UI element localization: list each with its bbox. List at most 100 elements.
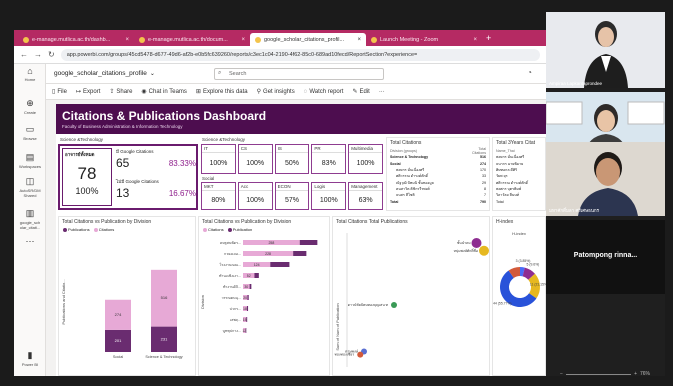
participant-video-3[interactable]: มหาศักดิ์มลา ศรีเศษธนกร [546,142,665,216]
total-citations-table[interactable]: Total Citations Division (groups) Total … [386,137,490,211]
close-icon[interactable]: × [125,37,129,43]
bell-icon[interactable]: ◔ [527,68,532,77]
participant-name-4: Patompong rinna... [573,252,638,259]
chart3-title: Total Citations Total Publications [336,219,408,225]
toolbar-more-button[interactable]: ··· [379,89,385,95]
chart2-title: Total Citations vs Publication by Divisi… [202,219,292,225]
browser-tab[interactable]: e-manage.mutlica.ac.th/docum... × [134,33,250,46]
report-toolbar: ▯ File ↦ Export ⇪ Share ◉ Chat in Teams ⊞ Explore… [46,84,546,100]
total-citations-body: Division (groups) Total Citations Scienc… [390,147,486,205]
point-label: ชั้นนำลม [457,240,471,245]
file-icon: ▯ [52,89,56,95]
table-row[interactable]: ศิษทอกล ดีศิริ [496,167,544,173]
toolbar-watch-button[interactable]: ◌ Watch report [304,89,344,95]
rail-item-more[interactable]: ⋯ [14,236,46,248]
chart-scatter[interactable]: Total Citations Total Publications Sum o… [332,216,490,376]
table-row[interactable]: ศศิวรรณ ดำรงค์ศักดิ์ [496,179,544,185]
dept-value: 50% [284,159,299,167]
data-label: 30 [244,285,248,289]
row-value: 7 [484,193,486,198]
slice-label: 11 (21.15%) [530,282,547,286]
close-icon[interactable]: × [241,37,245,43]
bar-publication [270,262,290,267]
rail-item-powerbi[interactable]: ▮ Power BI [14,350,46,367]
row-value: 790 [480,199,486,204]
url-field[interactable]: app.powerbi.com/groups/45cd5478-d677-49d… [60,48,540,61]
table-row[interactable]: พงษกร มั่นเนื่องศรี [496,154,544,160]
data-label: 201 [115,338,122,343]
with-citations-count: 65 [116,156,130,170]
rail-label: google_sch olar_citati... [19,220,41,230]
zoom-slider[interactable] [565,373,632,375]
bar-publication [247,295,249,300]
close-icon[interactable]: × [357,37,361,43]
forward-icon[interactable]: → [34,50,42,59]
data-label: 274 [115,312,122,317]
dept-cell: Logis 100% [311,182,347,210]
chart-division-bars[interactable]: Total Citations vs Publication by Divisi… [58,216,196,376]
total-staff-label: อาจารย์ทั้งหมด [65,152,95,157]
toolbar-file-button[interactable]: ▯ File [52,88,67,95]
dept-cell: CS 100% [237,144,273,174]
chart2-svg: Division ดษฐสนพัดร... 258 กวยอเจอ... 228 โรงง… [200,240,318,334]
browser-tab[interactable]: e-manage.mutlica.ac.th/dashb... × [18,33,134,46]
search-input[interactable]: ⌕ Search [214,68,384,80]
participant-video-1[interactable]: Ampiraa Lapkantaprondee [546,12,665,88]
rail-item-dataset[interactable]: ◫ AutoSR/DM Shared [14,176,46,198]
bar-publication [249,284,252,289]
teams-icon: ◉ [141,89,147,95]
toolbar-teams-button[interactable]: ◉ Chat in Teams [141,88,187,95]
back-icon[interactable]: ← [20,50,28,59]
section-label: Science &Technology [60,137,104,142]
browser-tab[interactable]: Launch Meeting - Zoom × [366,33,482,46]
y-axis-label: Publications and Citatio... [61,279,66,324]
rail-item-create[interactable]: ⊕ Create [14,98,46,115]
row-name: ณัฐวุฒิ ปัทมนิ ชั้นทองมูล [396,180,434,185]
table-row[interactable]: วิลาวัลย สีนนท์ [496,192,544,198]
y-tick-label: ปวกร... [230,307,241,311]
zoom-minus-icon[interactable]: − [560,371,563,377]
rail-item-home[interactable]: ⌂ Home [14,66,46,82]
rail-label: Browse [23,136,37,141]
data-label: 231 [161,336,168,341]
explore-icon: ⊞ [195,89,201,95]
toolbar-explore-button[interactable]: ⊞ Explore this data [196,88,248,95]
y-tick-label: บูทชุปกาง... [223,329,241,334]
browser-tab[interactable]: google_scholar_citations_profil... × [250,33,366,46]
scatter-point [391,302,397,308]
y-tick-label: เสพฤ... [230,318,241,322]
point-label: หนุ่มพงษ์ศักดิ์ซื่อ [454,248,478,254]
row-name: Total [390,199,399,204]
report-name[interactable]: google_scholar_citations_profile [54,70,147,77]
table-row[interactable]: ธนากร ฉายพิมาย [496,161,544,167]
new-tab-button[interactable]: + [486,33,491,43]
dept-cell: IT 100% [201,144,236,174]
toolbar-insights-button[interactable]: ⚲ Get insights [257,88,295,95]
powerbi-app: ⌂ Home ⊕ Create ▭ Browse ▤ Workspaces ◫ AutoSR/DM… [14,64,548,376]
table-row[interactable]: Total [496,198,544,204]
table-row[interactable]: วัยพ ยุร [496,173,544,179]
dept-cell: Acc 100% [237,182,273,210]
chevron-down-icon[interactable]: ⌄ [150,70,155,77]
reload-icon[interactable]: ↻ [48,50,55,59]
toolbar-share-button[interactable]: ⇪ Share [109,88,132,95]
close-icon[interactable]: × [473,37,477,43]
toolbar-edit-button[interactable]: ✎ Edit [352,88,369,95]
table-row[interactable]: พงศกร บุตรพิมพ์ [496,186,544,192]
dept-value: 80% [211,196,226,204]
rail-item-workspaces[interactable]: ▤ Workspaces [14,152,46,169]
rail-item-report[interactable]: ▥ google_sch olar_citati... [14,208,46,230]
chart1-svg: Publications and Citatio... 201 274 Social 2… [61,269,183,359]
data-label: 258 [268,241,274,245]
chart-division-hbars[interactable]: Total Citations vs Publication by Divisi… [198,216,330,376]
top3-citations-table[interactable]: Total 3Years Citat Name_Thai พงษกร มั่นเ… [492,137,546,211]
chart-hindex[interactable]: H-index H-index 3 (3.85%) 5 (9.6%) 11 (21.1… [492,216,548,376]
social-section-label: Social [202,176,215,181]
slice-label: 5 (9.6%) [527,263,540,267]
table-row[interactable]: Total 790 [390,198,486,204]
rail-item-browse[interactable]: ▭ Browse [14,124,46,141]
zoom-plus-icon[interactable]: + [634,371,637,377]
export-icon: ↦ [75,89,82,95]
participant-tile-4[interactable]: Patompong rinna... [546,220,665,294]
toolbar-export-button[interactable]: ↦ Export [76,88,100,95]
